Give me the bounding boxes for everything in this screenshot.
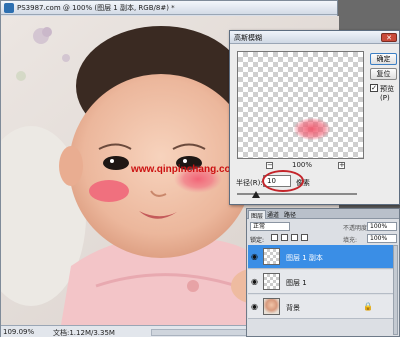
document-size-readout[interactable]: 文档:1.12M/3.35M xyxy=(53,328,115,337)
tab-layers[interactable]: 图层 xyxy=(248,210,267,220)
layer-row[interactable]: ◉ 图层 1 xyxy=(248,270,394,294)
preview-zoom-level: 100% xyxy=(292,161,313,169)
reset-button[interactable]: 复位 xyxy=(370,68,397,80)
preview-checkbox[interactable]: ✓ xyxy=(370,84,378,92)
lock-icon: 🔒 xyxy=(363,302,373,311)
watermark-text: www.qinpinchang.com xyxy=(131,164,240,175)
lock-image-button[interactable] xyxy=(281,234,288,241)
photoshop-workspace: PS3987.com @ 100% (图层 1 副本, RGB/8#) * ww… xyxy=(0,0,400,337)
opacity-field[interactable]: 100% xyxy=(367,222,397,231)
close-button[interactable]: ✕ xyxy=(381,33,397,42)
eye-icon[interactable]: ◉ xyxy=(251,278,258,286)
tab-channels[interactable]: 通道 xyxy=(265,210,281,219)
blend-mode-select[interactable]: 正常 xyxy=(250,222,290,231)
minus-icon: − xyxy=(267,161,273,169)
checkmark-icon: ✓ xyxy=(371,84,377,92)
fill-field[interactable]: 100% xyxy=(367,234,397,243)
layer-thumbnail xyxy=(263,248,280,265)
layer-name: 背景 xyxy=(286,304,300,312)
layers-scrollbar[interactable] xyxy=(393,245,398,335)
layer-thumbnail xyxy=(263,298,280,315)
radius-label: 半径(R): xyxy=(236,179,263,187)
left-blush xyxy=(89,180,129,202)
document-title: PS3987.com @ 100% (图层 1 副本, RGB/8#) * xyxy=(17,4,175,12)
lock-transparency-button[interactable] xyxy=(271,234,278,241)
lock-label: 锁定: xyxy=(250,237,265,244)
blurred-blush-preview xyxy=(294,118,330,140)
layer-thumbnail xyxy=(263,273,280,290)
blur-preview-window[interactable] xyxy=(237,51,364,159)
fill-label: 填充: xyxy=(343,237,358,244)
zoom-out-button[interactable]: − xyxy=(266,162,273,169)
dialog-title: 高斯模糊 xyxy=(234,34,262,42)
layer-row[interactable]: ◉ 背景 🔒 xyxy=(248,295,394,319)
layer-name: 图层 1 副本 xyxy=(286,254,323,262)
layer-name: 图层 1 xyxy=(286,279,307,287)
layers-panel: 图层 通道 路径 正常 不透明度: 100% 锁定: 填充: 100% ◉ 图层… xyxy=(246,208,400,337)
zoom-in-button[interactable]: + xyxy=(338,162,345,169)
close-icon: ✕ xyxy=(386,34,392,42)
opacity-label: 不透明度: xyxy=(343,225,370,232)
gaussian-blur-dialog: 高斯模糊 ✕ − 100% + 确定 复位 ✓ 预览(P) 半径(R): 10 … xyxy=(229,30,400,205)
eye-icon[interactable]: ◉ xyxy=(251,303,258,311)
document-titlebar[interactable]: PS3987.com @ 100% (图层 1 副本, RGB/8#) * xyxy=(1,1,337,15)
preview-checkbox-label: 预览(P) xyxy=(380,85,394,102)
panel-tab-bar: 图层 通道 路径 xyxy=(247,209,399,220)
workspace-background xyxy=(338,0,400,30)
photoshop-icon xyxy=(4,3,14,13)
lock-all-button[interactable] xyxy=(301,234,308,241)
ok-button[interactable]: 确定 xyxy=(370,53,397,65)
tab-paths[interactable]: 路径 xyxy=(282,210,298,219)
eye-icon[interactable]: ◉ xyxy=(251,253,258,261)
radius-slider-thumb[interactable] xyxy=(252,191,260,198)
dialog-titlebar[interactable]: 高斯模糊 ✕ xyxy=(230,31,399,44)
zoom-readout[interactable]: 109.09% xyxy=(3,328,34,336)
annotation-highlight-ellipse xyxy=(262,170,304,192)
plus-icon: + xyxy=(339,161,345,169)
layer-row[interactable]: ◉ 图层 1 副本 xyxy=(248,245,394,269)
lock-position-button[interactable] xyxy=(291,234,298,241)
